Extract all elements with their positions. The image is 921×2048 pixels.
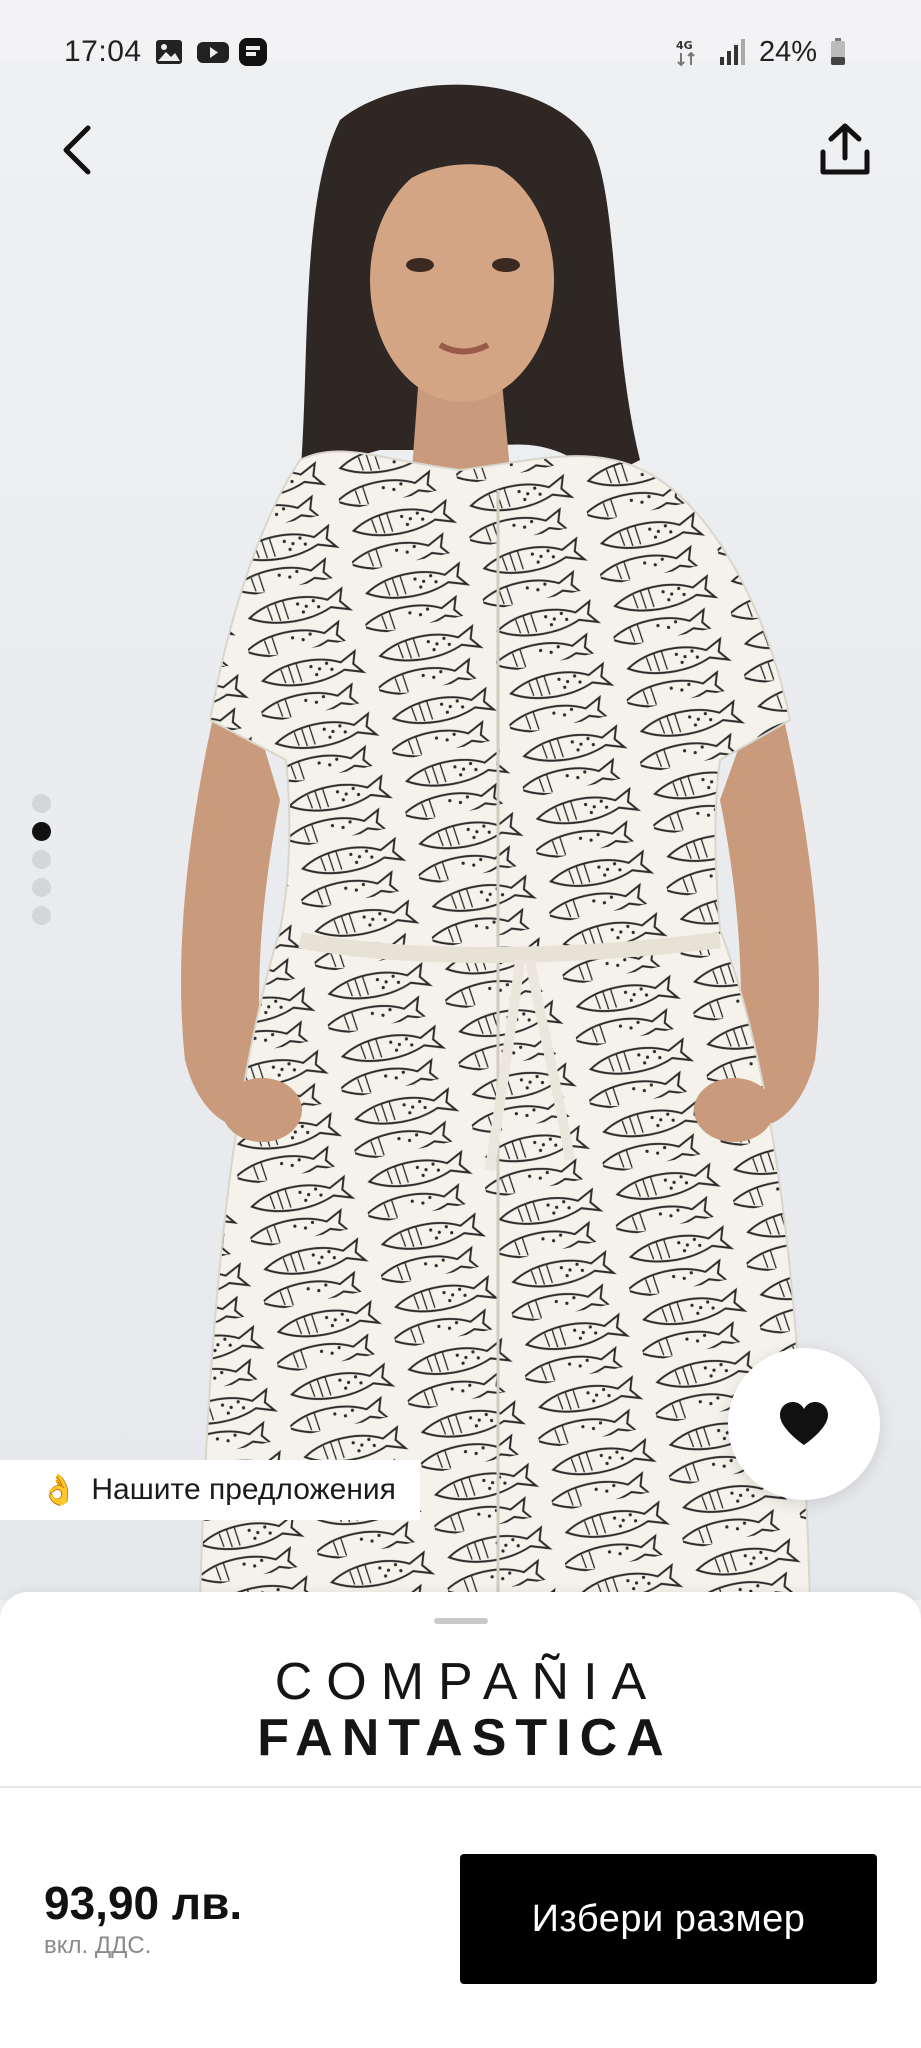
divider xyxy=(0,1786,921,1788)
back-button[interactable] xyxy=(42,114,114,186)
share-icon xyxy=(820,123,870,175)
price: 93,90 лв. xyxy=(44,1877,243,1929)
offers-chip[interactable]: 👌 Нашите предложения xyxy=(0,1460,420,1520)
about-you-app-icon xyxy=(238,37,268,67)
status-right: 4G 24% xyxy=(675,36,859,69)
carousel-dot[interactable] xyxy=(32,906,51,925)
ok-hand-icon: 👌 xyxy=(40,1473,78,1507)
share-button[interactable] xyxy=(809,114,881,186)
product-info-sheet: COMPAÑIA FANTASTICA 93,90 лв. вкл. ДДС. … xyxy=(0,1592,921,2048)
carousel-dot[interactable] xyxy=(32,794,51,813)
svg-text:4G: 4G xyxy=(676,39,693,52)
status-left: 17:04 xyxy=(64,35,268,69)
gallery-icon xyxy=(154,37,184,67)
status-bar: 17:04 4G 24% xyxy=(0,0,921,104)
data-4g-icon: 4G xyxy=(675,37,705,67)
sheet-drag-handle[interactable] xyxy=(434,1618,488,1624)
battery-icon xyxy=(829,37,859,67)
offers-label: Нашите предложения xyxy=(91,1473,396,1506)
wishlist-button[interactable] xyxy=(728,1348,880,1500)
chevron-left-icon xyxy=(63,125,91,175)
heart-icon xyxy=(780,1402,828,1445)
brand-name-line1: COMPAÑIA xyxy=(274,1653,661,1711)
battery-percentage: 24% xyxy=(758,35,817,68)
carousel-dot[interactable] xyxy=(32,878,51,897)
youtube-icon xyxy=(196,37,229,67)
brand-name-line2: FANTASTICA xyxy=(257,1709,673,1767)
vat-note: вкл. ДДС. xyxy=(44,1932,152,1959)
carousel-dot-active[interactable] xyxy=(32,822,51,841)
select-size-button[interactable]: Избери размер xyxy=(460,1854,877,1984)
clock: 17:04 xyxy=(64,35,142,68)
signal-icon xyxy=(717,37,747,67)
brand-logo[interactable]: COMPAÑIA FANTASTICA xyxy=(0,1654,921,1766)
carousel-dot[interactable] xyxy=(32,850,51,869)
carousel-indicator[interactable] xyxy=(32,794,51,925)
